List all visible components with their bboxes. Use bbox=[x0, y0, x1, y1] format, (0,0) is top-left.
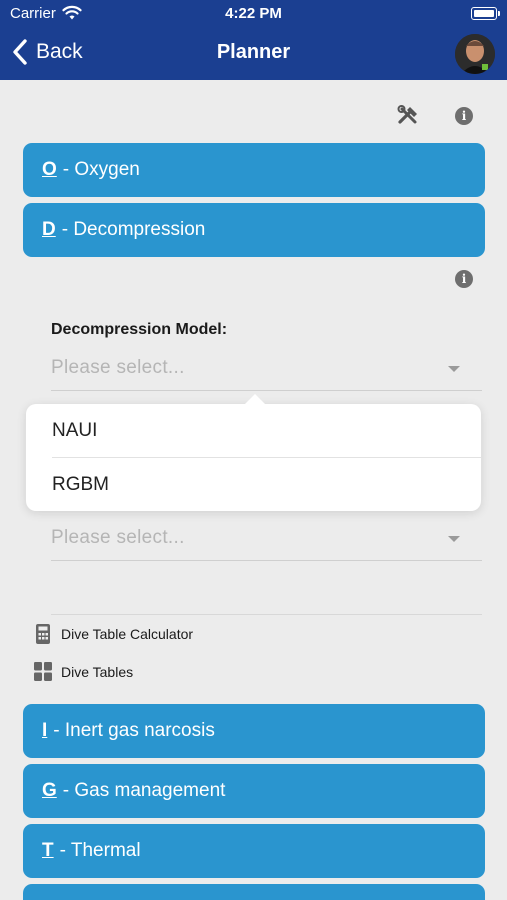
section-decompression-button[interactable]: D - Decompression bbox=[23, 203, 485, 257]
option-rgbm[interactable]: RGBM bbox=[26, 458, 481, 511]
status-bar: Carrier 4:22 PM bbox=[0, 0, 507, 28]
section-inert-gas-button[interactable]: I - Inert gas narcosis bbox=[23, 704, 485, 758]
battery-icon bbox=[471, 7, 500, 20]
link-label: Dive Table Calculator bbox=[61, 626, 194, 642]
top-header: Carrier 4:22 PM Back Planner bbox=[0, 0, 507, 80]
section-label: - Gas management bbox=[62, 780, 226, 801]
status-time: 4:22 PM bbox=[225, 5, 282, 22]
caret-down-icon bbox=[448, 536, 460, 542]
secondary-select[interactable]: Please select... bbox=[51, 521, 482, 561]
decompression-info-icon[interactable]: i bbox=[455, 270, 473, 288]
option-naui[interactable]: NAUI bbox=[26, 404, 481, 457]
caret-down-icon bbox=[448, 366, 460, 372]
section-label: - Oxygen bbox=[62, 159, 140, 180]
select-placeholder: Please select... bbox=[51, 357, 185, 378]
info-icon[interactable]: i bbox=[455, 107, 473, 125]
section-gas-management-button[interactable]: G - Gas management bbox=[23, 764, 485, 818]
section-label: - Decompression bbox=[61, 219, 206, 240]
back-label: Back bbox=[36, 40, 83, 63]
divider bbox=[51, 614, 482, 615]
profile-photo bbox=[455, 34, 495, 74]
section-letter: O bbox=[42, 159, 57, 180]
section-letter: I bbox=[42, 720, 48, 741]
section-letter: T bbox=[42, 840, 54, 861]
decompression-model-label: Decompression Model: bbox=[51, 321, 228, 338]
model-options-popover: NAUI RGBM bbox=[26, 394, 481, 511]
dive-table-calculator-link[interactable]: Dive Table Calculator bbox=[33, 623, 193, 645]
dive-tables-link[interactable]: Dive Tables bbox=[33, 661, 133, 683]
chevron-left-icon bbox=[13, 39, 27, 65]
back-button[interactable]: Back bbox=[10, 38, 83, 66]
section-thermal-button[interactable]: T - Thermal bbox=[23, 824, 485, 878]
tools-icon[interactable] bbox=[396, 104, 420, 128]
section-label: - Thermal bbox=[59, 840, 141, 861]
section-oxygen-button[interactable]: O - Oxygen bbox=[23, 143, 485, 197]
nav-bar: Back Planner bbox=[0, 28, 507, 80]
calculator-icon bbox=[36, 624, 50, 644]
link-label: Dive Tables bbox=[61, 664, 134, 680]
decompression-model-select[interactable]: Please select... bbox=[51, 351, 482, 391]
section-label: - Inert gas narcosis bbox=[53, 720, 215, 741]
section-letter: G bbox=[42, 780, 57, 801]
avatar[interactable] bbox=[455, 34, 495, 74]
section-letter: D bbox=[42, 219, 56, 240]
section-partial-button[interactable] bbox=[23, 884, 485, 900]
grid-icon bbox=[34, 662, 52, 681]
select-placeholder: Please select... bbox=[51, 527, 185, 548]
